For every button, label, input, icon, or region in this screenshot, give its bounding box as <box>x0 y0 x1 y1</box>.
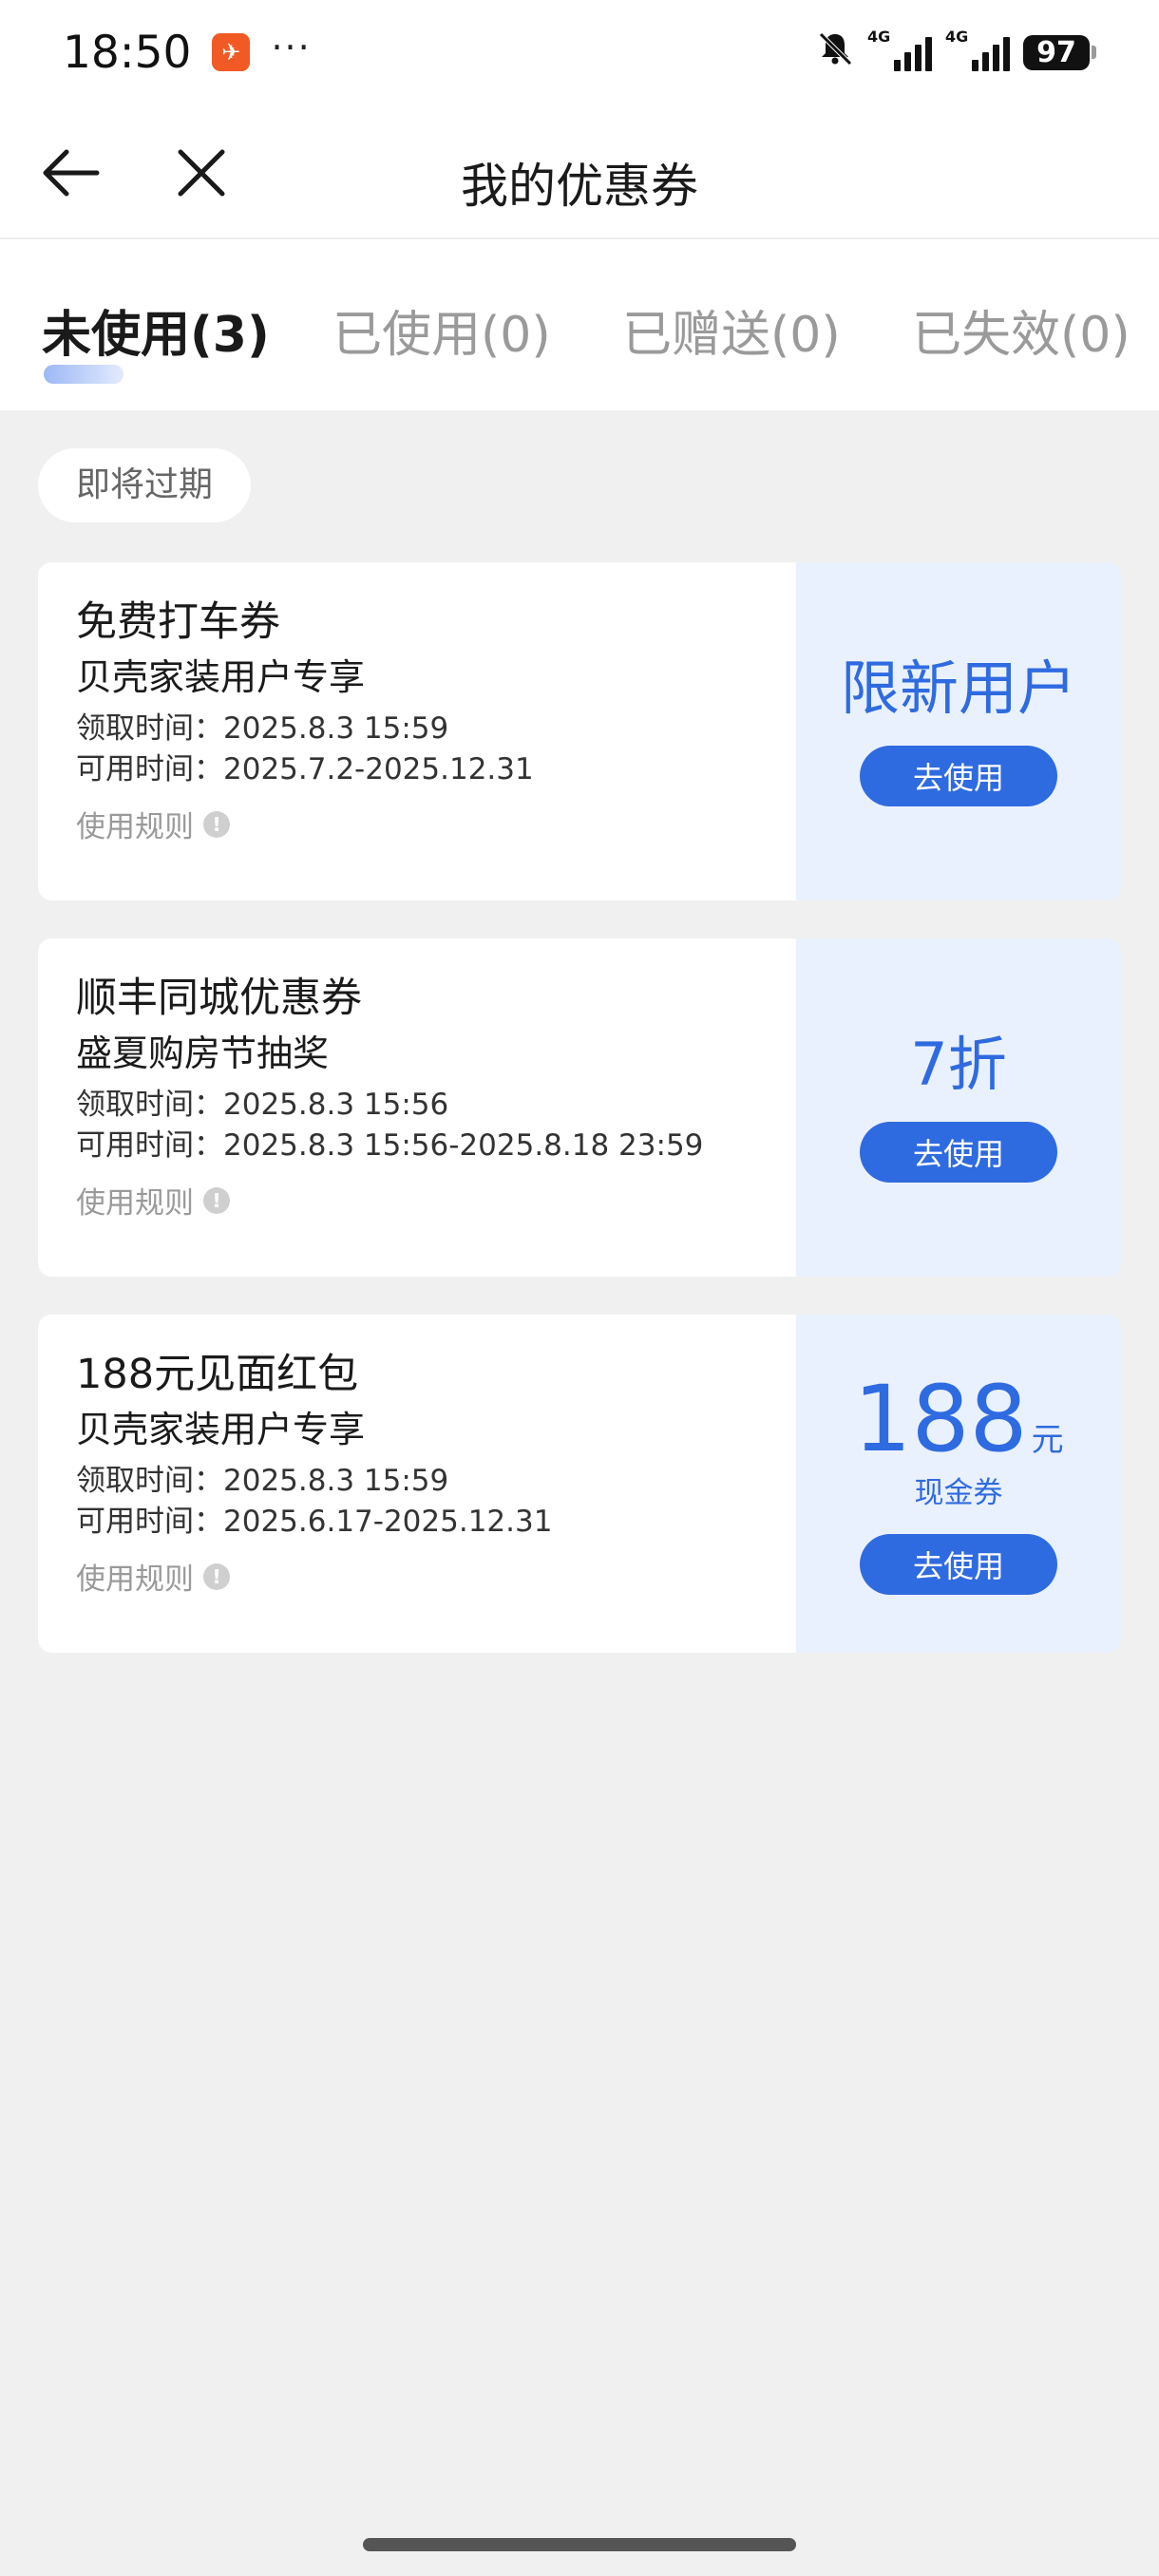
coupon-value: 188 元 现金券 去使用 <box>796 1315 1121 1653</box>
filter-chip-expiring[interactable]: 即将过期 <box>38 448 252 522</box>
info-icon[interactable]: ! <box>203 810 230 838</box>
coupon-valid-time: 可用时间：2025.7.2-2025.12.31 <box>76 752 534 787</box>
coupon-rules-link[interactable]: 使用规则 ! <box>76 1179 758 1222</box>
tab-expired[interactable]: 已失效(0) <box>912 294 1130 366</box>
coupon-subtitle: 盛夏购房节抽奖 <box>76 1032 330 1075</box>
signal-icon-2: 4G <box>945 28 1010 71</box>
status-left: 18:50 ✈ ··· <box>63 27 312 79</box>
more-notifications-icon: ··· <box>271 27 312 68</box>
battery-level: 97 <box>1023 34 1090 70</box>
mute-bell-icon <box>816 29 854 76</box>
coupon-title: 188元见面红包 <box>76 1351 359 1398</box>
coupon-value-text: 限新用户 <box>840 653 1076 723</box>
coupon-received-time: 领取时间：2025.8.3 15:59 <box>76 1463 449 1498</box>
info-icon[interactable]: ! <box>203 1186 230 1214</box>
coupon-valid-time: 可用时间：2025.6.17-2025.12.31 <box>76 1505 553 1540</box>
coupon-value-text: 7折 <box>910 1029 1007 1099</box>
coupon-amount: 188 元 <box>853 1373 1063 1465</box>
page-title: 我的优惠券 <box>461 159 698 214</box>
status-bar: 18:50 ✈ ··· 4G 4G 97 <box>0 0 1159 104</box>
coupon-subtitle: 贝壳家装用户专享 <box>76 656 366 699</box>
coupon-tabs: 未使用(3) 已使用(0) 已赠送(0) 已失效(0) <box>0 239 1159 410</box>
coupon-rules-link[interactable]: 使用规则 ! <box>76 803 758 845</box>
tab-unused[interactable]: 未使用(3) <box>42 294 270 366</box>
signal-icon: 4G <box>867 28 932 71</box>
nav-bar: 我的优惠券 <box>0 104 1159 239</box>
coupon-amount-number: 188 <box>853 1365 1028 1472</box>
coupon-received-time: 领取时间：2025.8.3 15:56 <box>76 1087 449 1122</box>
coupon-received-time: 领取时间：2025.8.3 15:59 <box>76 710 449 746</box>
info-icon[interactable]: ! <box>203 1563 230 1590</box>
tab-gifted[interactable]: 已赠送(0) <box>622 294 841 366</box>
coupon-list: 即将过期 免费打车券 贝壳家装用户专享 领取时间：2025.8.3 15:59 … <box>0 410 1159 1653</box>
home-indicator[interactable] <box>363 2538 796 2551</box>
coupon-value: 限新用户 去使用 <box>796 562 1121 900</box>
coupon-info: 免费打车券 贝壳家装用户专享 领取时间：2025.8.3 15:59 可用时间：… <box>38 562 796 900</box>
coupon-card[interactable]: 免费打车券 贝壳家装用户专享 领取时间：2025.8.3 15:59 可用时间：… <box>38 562 1121 900</box>
use-coupon-button[interactable]: 去使用 <box>860 1122 1057 1184</box>
coupon-title: 顺丰同城优惠券 <box>76 975 362 1022</box>
coupon-info: 顺丰同城优惠券 盛夏购房节抽奖 领取时间：2025.8.3 15:56 可用时间… <box>38 938 796 1277</box>
coupon-card[interactable]: 188元见面红包 贝壳家装用户专享 领取时间：2025.8.3 15:59 可用… <box>38 1315 1121 1653</box>
tab-used[interactable]: 已使用(0) <box>332 294 551 366</box>
header-area: 18:50 ✈ ··· 4G 4G 97 我的优惠券 未使用(3) 已使用(0)… <box>0 0 1159 410</box>
use-coupon-button[interactable]: 去使用 <box>860 746 1057 807</box>
coupon-rules-label: 使用规则 <box>76 1186 194 1222</box>
status-time: 18:50 <box>63 26 192 79</box>
coupon-amount-unit: 元 <box>1031 1420 1064 1459</box>
coupon-info: 188元见面红包 贝壳家装用户专享 领取时间：2025.8.3 15:59 可用… <box>38 1315 796 1653</box>
use-coupon-button[interactable]: 去使用 <box>860 1533 1057 1595</box>
coupon-rules-label: 使用规则 <box>76 810 194 845</box>
coupon-title: 免费打车券 <box>76 598 280 646</box>
battery-icon: 97 <box>1023 34 1096 70</box>
coupon-amount-label: 现金券 <box>914 1475 1003 1510</box>
coupon-rules-label: 使用规则 <box>76 1563 194 1598</box>
coupon-value: 7折 去使用 <box>796 938 1121 1277</box>
coupon-subtitle: 贝壳家装用户专享 <box>76 1409 366 1451</box>
feishu-icon: ✈ <box>212 33 251 71</box>
tab-active-indicator <box>44 365 124 384</box>
coupon-rules-link[interactable]: 使用规则 ! <box>76 1555 758 1598</box>
status-right: 4G 4G 97 <box>816 28 1096 76</box>
coupon-valid-time: 可用时间：2025.8.3 15:56-2025.8.18 23:59 <box>76 1128 704 1164</box>
coupon-card[interactable]: 顺丰同城优惠券 盛夏购房节抽奖 领取时间：2025.8.3 15:56 可用时间… <box>38 938 1121 1277</box>
